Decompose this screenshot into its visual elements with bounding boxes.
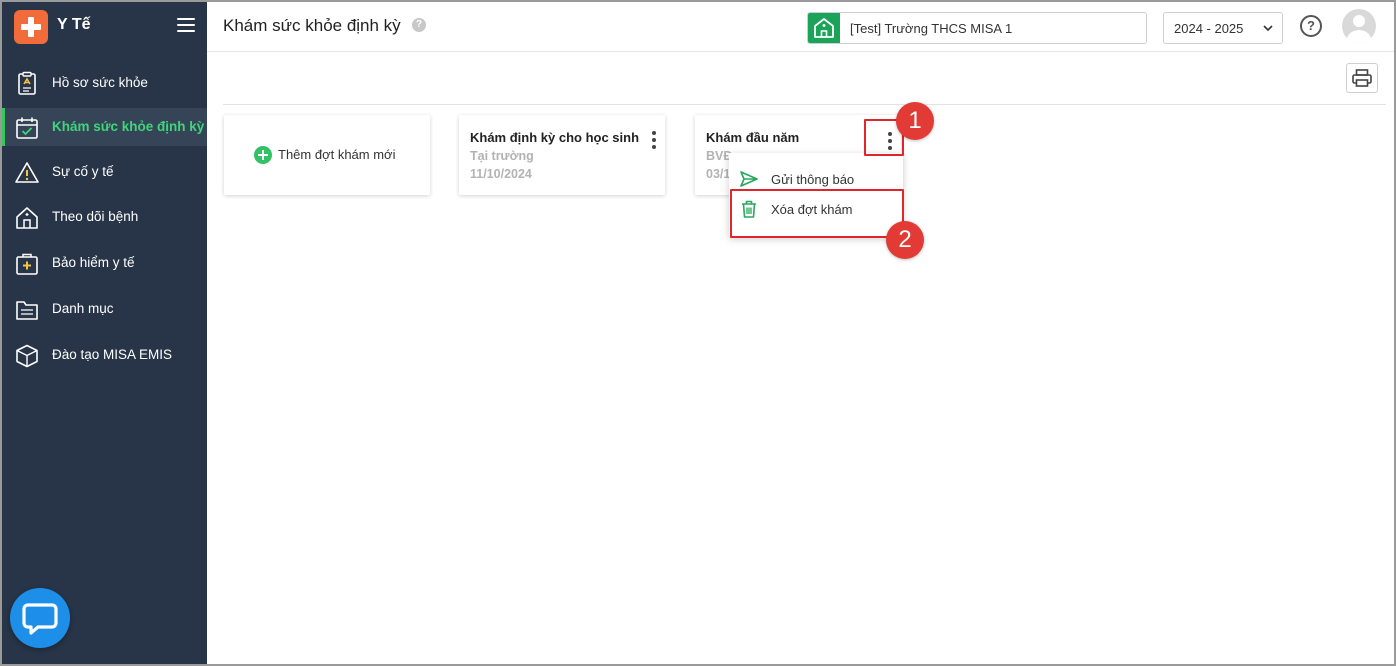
warning-icon bbox=[15, 162, 39, 183]
chat-icon bbox=[22, 603, 58, 635]
sidebar-item-dao-tao-misa-emis[interactable]: Đào tạo MISA EMIS bbox=[2, 336, 207, 374]
chevron-down-icon bbox=[1263, 25, 1273, 32]
add-exam-round-card[interactable]: Thêm đợt khám mới bbox=[224, 115, 430, 195]
sidebar-item-label: Khám sức khỏe định kỳ bbox=[52, 119, 205, 134]
help-tooltip-icon[interactable]: ? bbox=[412, 18, 426, 32]
exam-round-location: Tại trường bbox=[470, 149, 534, 163]
menu-item-label: Gửi thông báo bbox=[771, 172, 855, 187]
step1-badge: 1 bbox=[896, 102, 934, 140]
school-name: [Test] Trường THCS MISA 1 bbox=[850, 21, 1013, 36]
folder-list-icon bbox=[16, 301, 38, 320]
school-icon bbox=[808, 13, 840, 43]
step2-highlight bbox=[730, 189, 904, 238]
app-title: Y Tế bbox=[57, 16, 91, 33]
school-year-value: 2024 - 2025 bbox=[1174, 21, 1244, 36]
chat-support-button[interactable] bbox=[10, 588, 70, 648]
add-exam-round-label: Thêm đợt khám mới bbox=[278, 147, 396, 162]
health-record-icon bbox=[18, 71, 36, 95]
app-logo-icon bbox=[14, 10, 48, 44]
printer-icon bbox=[1352, 69, 1372, 87]
more-options-icon[interactable] bbox=[648, 130, 660, 150]
sidebar-item-bao-hiem-y-te[interactable]: Bảo hiểm y tế bbox=[2, 244, 207, 282]
exam-round-card[interactable]: Khám định kỳ cho học sinh Tại trường 11/… bbox=[459, 115, 665, 195]
sidebar-item-su-co-y-te[interactable]: Sự cố y tế bbox=[2, 153, 207, 191]
house-icon bbox=[16, 207, 38, 229]
sidebar-item-kham-suc-khoe-dinh-ky[interactable]: Khám sức khỏe định kỳ bbox=[2, 108, 207, 146]
sidebar-item-label: Bảo hiểm y tế bbox=[52, 255, 135, 270]
sidebar-item-label: Đào tạo MISA EMIS bbox=[52, 347, 173, 362]
main-content: Thêm đợt khám mới Khám định kỳ cho học s… bbox=[207, 53, 1394, 664]
school-selector[interactable]: [Test] Trường THCS MISA 1 bbox=[807, 12, 1147, 44]
exam-round-date: 03/1 bbox=[706, 167, 731, 181]
exam-round-date: 11/10/2024 bbox=[470, 167, 532, 181]
topbar: Khám sức khỏe định kỳ ? [Test] Trường TH… bbox=[207, 2, 1394, 52]
page-title: Khám sức khỏe định kỳ bbox=[223, 16, 401, 35]
sidebar-item-label: Sự cố y tế bbox=[52, 164, 114, 179]
school-year-select[interactable]: 2024 - 2025 bbox=[1163, 12, 1283, 44]
divider bbox=[223, 104, 1386, 105]
calendar-check-icon bbox=[16, 117, 38, 139]
print-button[interactable] bbox=[1346, 63, 1378, 93]
sidebar-item-danh-muc[interactable]: Danh mục bbox=[2, 290, 207, 328]
sidebar-item-theo-doi-benh[interactable]: Theo dõi bệnh bbox=[2, 198, 207, 236]
step2-badge: 2 bbox=[886, 221, 924, 259]
plus-circle-icon bbox=[254, 146, 272, 164]
sidebar-item-ho-so-suc-khoe[interactable]: Hồ sơ sức khỏe bbox=[2, 64, 207, 102]
send-icon bbox=[740, 171, 758, 187]
menu-toggle-icon[interactable] bbox=[177, 17, 195, 33]
sidebar-item-label: Theo dõi bệnh bbox=[52, 209, 139, 224]
sidebar: Y Tế Hồ sơ sức khỏe Khám sức khỏe định k… bbox=[2, 2, 207, 664]
insurance-icon bbox=[16, 253, 38, 275]
help-icon[interactable]: ? bbox=[1300, 15, 1322, 37]
avatar[interactable] bbox=[1342, 9, 1376, 43]
exam-round-title: Khám định kỳ cho học sinh bbox=[470, 130, 640, 145]
exam-round-title: Khám đầu năm bbox=[706, 130, 800, 145]
sidebar-item-label: Danh mục bbox=[52, 301, 114, 316]
brand: Y Tế bbox=[2, 2, 207, 52]
sidebar-item-label: Hồ sơ sức khỏe bbox=[52, 75, 148, 90]
cube-icon bbox=[16, 344, 38, 368]
